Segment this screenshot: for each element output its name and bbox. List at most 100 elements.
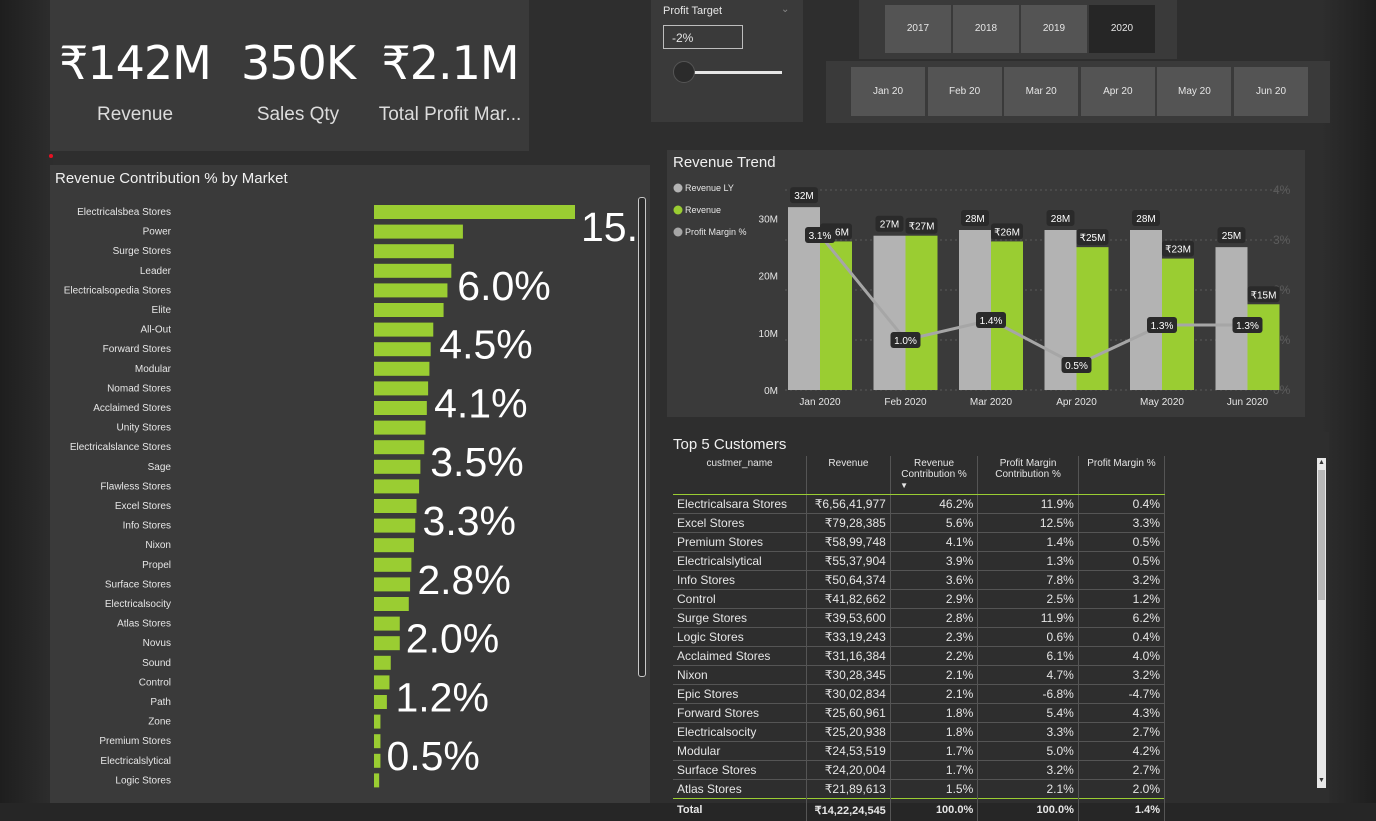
customer-name-cell: Electricalsara Stores (673, 495, 807, 514)
value-cell: ₹24,20,004 (807, 761, 891, 780)
legend-label[interactable]: Profit Margin % (685, 227, 747, 237)
legend-marker (674, 206, 683, 215)
market-bar[interactable] (374, 440, 424, 454)
legend-label[interactable]: Revenue LY (685, 183, 734, 193)
market-bar[interactable] (374, 499, 417, 513)
revenue-data-label: ₹26M (994, 227, 1020, 238)
revenue-data-label: ₹25M (1080, 233, 1106, 244)
market-bar[interactable] (374, 421, 426, 435)
market-bar[interactable] (374, 460, 420, 474)
month-button-jun-20[interactable]: Jun 20 (1234, 67, 1308, 116)
market-data-label: 1.2% (395, 674, 488, 720)
market-label: Path (150, 697, 171, 708)
kpi-revenue: ₹142M Revenue (55, 40, 215, 126)
x-axis-tick-label: Mar 2020 (970, 397, 1013, 408)
column-header-revenue-contribution[interactable]: Revenue Contribution % ▼ (890, 456, 977, 495)
market-bar[interactable] (374, 225, 463, 239)
total-row: Total₹14,22,24,545100.0%100.0%1.4% (673, 799, 1165, 821)
market-chart-scrollbar[interactable] (638, 197, 646, 677)
table-row[interactable]: Electricalsocity₹25,20,9381.8%3.3%2.7% (673, 723, 1165, 742)
column-header-revenue[interactable]: Revenue (807, 456, 891, 495)
market-bar[interactable] (374, 675, 389, 689)
column-header-customer[interactable]: custmer_name (673, 456, 807, 495)
profit-target-input[interactable]: -2% (663, 25, 743, 49)
market-bar[interactable] (374, 656, 391, 670)
month-button-may-20[interactable]: May 20 (1157, 67, 1231, 116)
year-button-2017[interactable]: 2017 (885, 5, 951, 53)
chevron-down-icon[interactable]: ⌄ (781, 4, 789, 15)
legend-label[interactable]: Revenue (685, 205, 721, 215)
market-bar[interactable] (374, 303, 444, 317)
customer-name-cell: Surface Stores (673, 761, 807, 780)
market-bar[interactable] (374, 401, 427, 415)
market-bar[interactable] (374, 558, 411, 572)
year-button-2018[interactable]: 2018 (953, 5, 1019, 53)
table-row[interactable]: Forward Stores₹25,60,9611.8%5.4%4.3% (673, 704, 1165, 723)
table-scrollbar-thumb[interactable] (1318, 470, 1325, 600)
table-row[interactable]: Info Stores₹50,64,3743.6%7.8%3.2% (673, 571, 1165, 590)
month-button-jan-20[interactable]: Jan 20 (851, 67, 925, 116)
table-row[interactable]: Electricalslytical₹55,37,9043.9%1.3%0.5% (673, 552, 1165, 571)
table-row[interactable]: Modular₹24,53,5191.7%5.0%4.2% (673, 742, 1165, 761)
table-row[interactable]: Surge Stores₹39,53,6002.8%11.9%6.2% (673, 609, 1165, 628)
market-label: Novus (143, 638, 171, 649)
sort-descending-icon[interactable]: ▼ (900, 481, 908, 490)
revenue-ly-bar[interactable] (874, 236, 906, 390)
value-cell: 5.4% (978, 704, 1079, 723)
market-bar[interactable] (374, 342, 431, 356)
scroll-up-icon[interactable]: ▲ (1317, 458, 1326, 468)
market-bar[interactable] (374, 381, 428, 395)
market-bar[interactable] (374, 264, 451, 278)
table-row[interactable]: Nixon₹30,28,3452.1%4.7%3.2% (673, 666, 1165, 685)
month-button-mar-20[interactable]: Mar 20 (1004, 67, 1078, 116)
market-bar[interactable] (374, 597, 409, 611)
value-cell: 1.2% (1078, 590, 1164, 609)
year-button-2019[interactable]: 2019 (1021, 5, 1087, 53)
profit-margin-data-label: 3.1% (809, 231, 832, 242)
market-bar[interactable] (374, 754, 380, 768)
table-row[interactable]: Logic Stores₹33,19,2432.3%0.6%0.4% (673, 628, 1165, 647)
market-label: Propel (142, 560, 171, 571)
market-bar[interactable] (374, 715, 380, 729)
year-button-2020[interactable]: 2020 (1089, 5, 1155, 53)
market-bar[interactable] (374, 617, 400, 631)
value-cell: 3.6% (890, 571, 977, 590)
profit-target-title: Profit Target (663, 5, 722, 17)
table-row[interactable]: Premium Stores₹58,99,7484.1%1.4%0.5% (673, 533, 1165, 552)
table-row[interactable]: Acclaimed Stores₹31,16,3842.2%6.1%4.0% (673, 647, 1165, 666)
revenue-bar[interactable] (820, 241, 852, 390)
column-header-profit-margin-contribution[interactable]: Profit Margin Contribution % (978, 456, 1079, 495)
market-bar[interactable] (374, 695, 387, 709)
market-bar[interactable] (374, 577, 410, 591)
market-label: Atlas Stores (117, 619, 171, 630)
table-row[interactable]: Excel Stores₹79,28,3855.6%12.5%3.3% (673, 514, 1165, 533)
profit-target-slicer: Profit Target ⌄ -2% (651, 0, 803, 122)
market-bar[interactable] (374, 538, 414, 552)
table-row[interactable]: Epic Stores₹30,02,8342.1%-6.8%-4.7% (673, 685, 1165, 704)
month-button-feb-20[interactable]: Feb 20 (928, 67, 1002, 116)
table-row[interactable]: Surface Stores₹24,20,0041.7%3.2%2.7% (673, 761, 1165, 780)
market-bar[interactable] (374, 244, 454, 258)
scroll-down-icon[interactable]: ▼ (1317, 776, 1326, 786)
market-bar[interactable] (374, 205, 575, 219)
market-bar[interactable] (374, 323, 433, 337)
market-bar[interactable] (374, 362, 429, 376)
table-row[interactable]: Electricalsara Stores₹6,56,41,97746.2%11… (673, 495, 1165, 514)
legend-marker (674, 184, 683, 193)
month-button-apr-20[interactable]: Apr 20 (1081, 67, 1155, 116)
market-bar[interactable] (374, 734, 380, 748)
market-bar[interactable] (374, 773, 379, 787)
kpi-profit-margin-value: ₹2.1M (375, 40, 525, 86)
market-bar[interactable] (374, 479, 419, 493)
table-row[interactable]: Control₹41,82,6622.9%2.5%1.2% (673, 590, 1165, 609)
profit-target-slider-handle[interactable] (673, 61, 695, 83)
column-header-profit-margin[interactable]: Profit Margin % (1078, 456, 1164, 495)
value-cell: 2.1% (890, 666, 977, 685)
market-bar[interactable] (374, 636, 400, 650)
market-bar[interactable] (374, 283, 447, 297)
revenue-ly-bar[interactable] (1130, 230, 1162, 390)
market-bar[interactable] (374, 519, 415, 533)
revenue-bar[interactable] (906, 236, 938, 390)
revenue-ly-bar[interactable] (959, 230, 991, 390)
table-row[interactable]: Atlas Stores₹21,89,6131.5%2.1%2.0% (673, 780, 1165, 799)
